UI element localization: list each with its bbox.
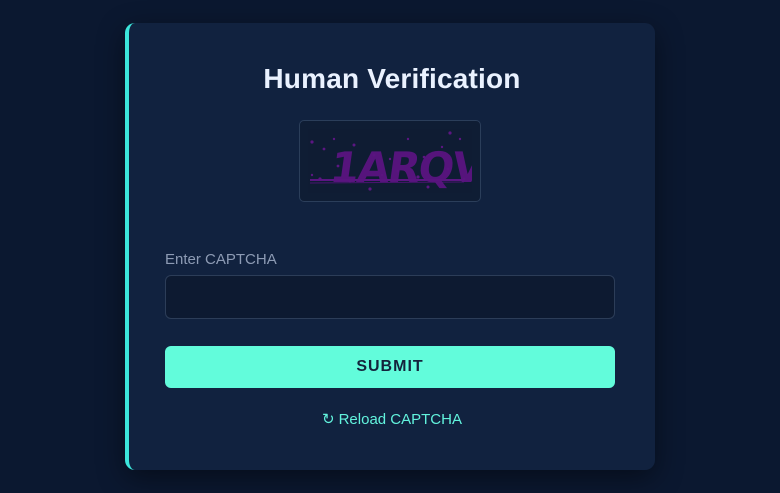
captcha-field-label: Enter CAPTCHA [165,251,277,268]
reload-captcha-link[interactable]: ↻ Reload CAPTCHA [129,411,655,429]
submit-button[interactable]: SUBMIT [165,346,615,388]
refresh-icon: ↻ [322,411,335,428]
captcha-text: 1ARQV [327,143,472,192]
verification-card: Human Verification 1ARQV Enter CAPTCHA S… [125,23,655,470]
captcha-drawing: 1ARQV [308,129,472,193]
reload-captcha-label: Reload CAPTCHA [338,411,462,428]
captcha-input[interactable] [165,275,615,319]
page-title: Human Verification [263,63,521,94]
captcha-image: 1ARQV [299,120,481,202]
